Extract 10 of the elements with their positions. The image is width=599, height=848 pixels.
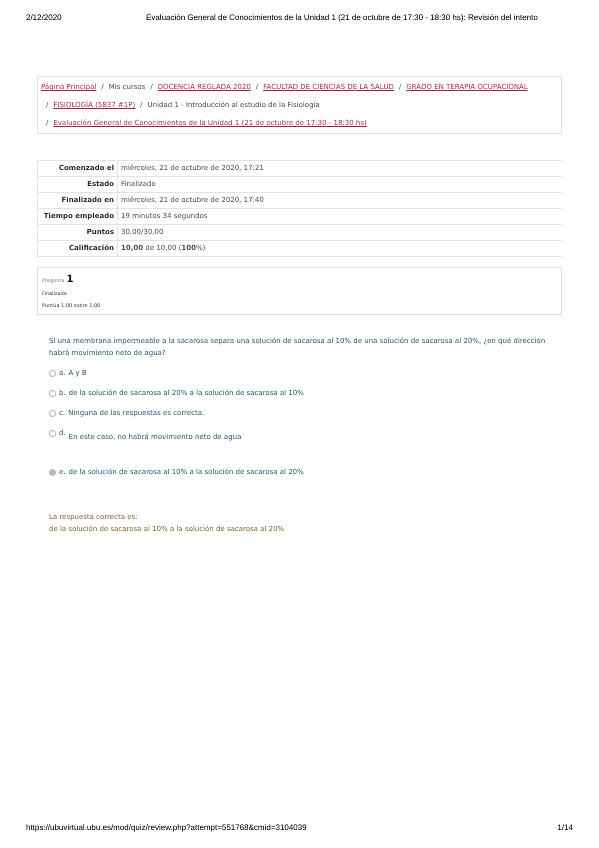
radio-button[interactable]	[49, 370, 56, 377]
radio-button[interactable]	[49, 410, 56, 417]
print-title: Evaluación General de Conocimientos de la Unidad 1 (21 de octubre de 17:30 - 18:30 hs): Revisión del intento	[146, 12, 538, 24]
print-date: 2/12/2020	[26, 12, 63, 24]
radio-button[interactable]	[49, 469, 56, 476]
page-url: https://ubuvirtual.ubu.es/mod/quiz/review.php?attempt=551768&cmid=3104039	[26, 822, 307, 834]
radio-button[interactable]	[49, 430, 56, 437]
question-number: 1	[66, 273, 74, 287]
page-number: 1/14	[557, 822, 573, 834]
radio-button[interactable]	[49, 390, 56, 397]
